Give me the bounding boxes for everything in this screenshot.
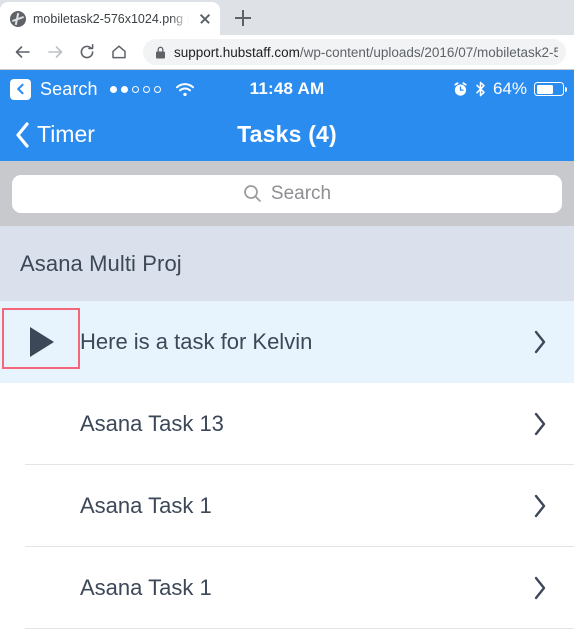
chevron-right-icon[interactable] (532, 411, 548, 437)
url-domain: support.hubstaff.com (174, 44, 300, 60)
status-bar-right: 64% (453, 79, 567, 99)
task-label: Asana Task 13 (80, 411, 224, 436)
chevron-left-icon (14, 121, 31, 149)
back-arrow-icon[interactable] (8, 37, 38, 67)
nav-back-label: Timer (37, 121, 95, 147)
home-icon[interactable] (104, 37, 134, 67)
project-section-header: Asana Multi Proj (0, 226, 574, 301)
status-back-label[interactable]: Search (40, 79, 98, 100)
close-icon[interactable] (196, 10, 214, 28)
back-to-app-icon[interactable] (10, 78, 31, 100)
reload-icon[interactable] (72, 37, 102, 67)
address-bar[interactable]: support.hubstaff.com/wp-content/uploads/… (143, 39, 566, 65)
nav-back-button[interactable]: Timer (0, 121, 95, 149)
app-nav-bar: Timer Tasks (4) (0, 108, 574, 161)
alarm-clock-icon (453, 81, 468, 97)
task-row[interactable]: Asana Task 13 (0, 383, 574, 465)
task-row[interactable]: Asana Task 1 (0, 547, 574, 629)
chevron-right-icon[interactable] (532, 575, 548, 601)
battery-percent: 64% (492, 79, 527, 98)
search-input[interactable]: Search (12, 174, 562, 213)
search-placeholder: Search (270, 182, 332, 204)
battery-icon (534, 82, 567, 96)
chevron-right-icon[interactable] (532, 329, 548, 355)
search-band: Search (0, 161, 574, 226)
search-icon (243, 184, 262, 203)
play-button[interactable] (0, 327, 80, 357)
task-label: Here is a task for Kelvin (80, 329, 313, 354)
browser-tab[interactable]: mobiletask2-576x1024.png (576 (0, 2, 220, 35)
task-label: Asana Task 1 (80, 493, 212, 518)
project-name: Asana Multi Proj (20, 250, 182, 276)
forward-arrow-icon (40, 37, 70, 67)
tab-strip: mobiletask2-576x1024.png (576 (0, 0, 574, 35)
battery-fill (536, 84, 553, 94)
task-list: Here is a task for Kelvin Asana Task 13 … (0, 301, 574, 629)
row-divider (25, 628, 574, 629)
status-bar-left: Search (10, 78, 195, 100)
url-text: support.hubstaff.com/wp-content/uploads/… (174, 45, 558, 60)
phone-screenshot: Search 11:48 AM 64% Timer Tasks (4) Sear… (0, 70, 574, 630)
tab-title: mobiletask2-576x1024.png (576 (33, 11, 189, 26)
signal-strength-dots (109, 85, 161, 93)
play-icon (30, 327, 54, 357)
task-label: Asana Task 1 (80, 575, 212, 600)
ios-status-bar: Search 11:48 AM 64% (0, 70, 574, 108)
task-row[interactable]: Asana Task 1 (0, 465, 574, 547)
wifi-icon (175, 82, 195, 97)
task-row[interactable]: Here is a task for Kelvin (0, 301, 574, 383)
bluetooth-icon (475, 81, 486, 97)
url-path: /wp-content/uploads/2016/07/mobiletask2-… (299, 44, 558, 60)
browser-chrome: mobiletask2-576x1024.png (576 (0, 0, 574, 70)
lock-icon (155, 46, 166, 59)
browser-toolbar: support.hubstaff.com/wp-content/uploads/… (0, 35, 574, 69)
globe-icon (10, 10, 26, 27)
chevron-right-icon[interactable] (532, 493, 548, 519)
new-tab-button[interactable] (226, 2, 260, 35)
